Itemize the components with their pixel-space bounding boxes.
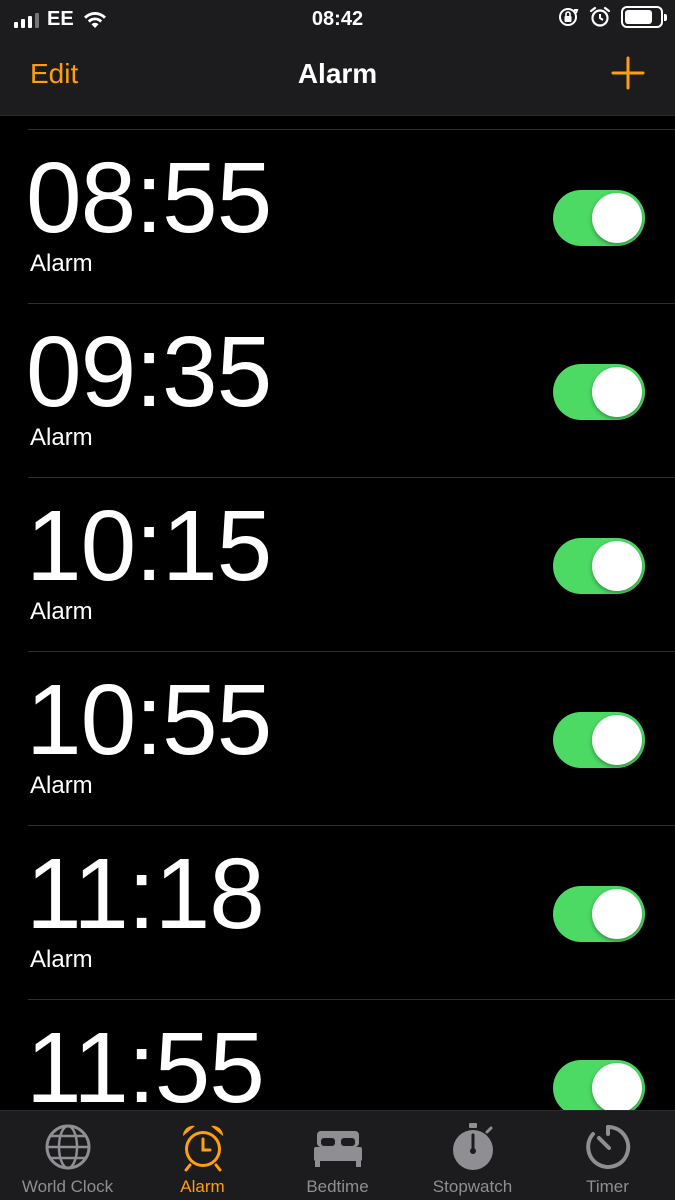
tab-world-clock[interactable]: World Clock bbox=[0, 1111, 135, 1200]
alarm-time: 09:35 bbox=[26, 316, 272, 428]
alarm-row[interactable]: 10:15 Alarm bbox=[0, 478, 675, 652]
alarm-row[interactable]: 11:18 Alarm bbox=[0, 826, 675, 1000]
tab-label: Timer bbox=[586, 1177, 629, 1196]
alarm-toggle[interactable] bbox=[553, 712, 645, 768]
toggle-knob bbox=[592, 541, 642, 591]
alarm-row[interactable]: 08:55 Alarm bbox=[0, 130, 675, 304]
tab-timer[interactable]: Timer bbox=[540, 1111, 675, 1200]
alarm-label: Alarm bbox=[30, 946, 93, 973]
battery-icon bbox=[621, 6, 667, 28]
toggle-knob bbox=[592, 367, 642, 417]
stopwatch-icon bbox=[452, 1123, 493, 1170]
alarm-time: 08:55 bbox=[26, 142, 272, 254]
alarm-time: 10:15 bbox=[26, 490, 272, 602]
alarm-label: Alarm bbox=[30, 598, 93, 625]
alarm-row[interactable]: 09:35 Alarm bbox=[0, 304, 675, 478]
tab-label: Bedtime bbox=[306, 1177, 369, 1196]
timer-icon bbox=[585, 1124, 630, 1169]
toggle-knob bbox=[592, 193, 642, 243]
tab-bedtime[interactable]: Bedtime bbox=[270, 1111, 405, 1200]
alarm-time: 11:55 bbox=[26, 1012, 265, 1110]
page-title: Alarm bbox=[297, 58, 378, 89]
alarm-row[interactable]: 11:55 bbox=[0, 1000, 675, 1110]
tab-label: Stopwatch bbox=[432, 1177, 513, 1196]
rotation-lock-icon bbox=[559, 8, 579, 26]
toggle-knob bbox=[592, 1063, 642, 1110]
status-right bbox=[557, 6, 667, 28]
alarm-icon bbox=[589, 6, 611, 27]
tab-label: Alarm bbox=[180, 1177, 225, 1196]
alarm-time: 11:18 bbox=[26, 838, 265, 950]
alarm-toggle[interactable] bbox=[553, 1060, 645, 1110]
bed-icon bbox=[313, 1131, 362, 1167]
alarm-label: Alarm bbox=[30, 250, 93, 277]
toggle-knob bbox=[592, 715, 642, 765]
toggle-knob bbox=[592, 889, 642, 939]
alarm-label: Alarm bbox=[30, 772, 93, 799]
alarm-label: Alarm bbox=[30, 424, 93, 451]
tab-alarm[interactable]: Alarm bbox=[135, 1111, 270, 1200]
alarm-toggle[interactable] bbox=[553, 190, 645, 246]
alarm-row[interactable]: 10:55 Alarm bbox=[0, 652, 675, 826]
status-bar: EE 08:42 bbox=[0, 0, 675, 38]
navigation-bar: Edit Alarm bbox=[0, 38, 675, 116]
globe-icon bbox=[45, 1124, 90, 1170]
alarm-list: 08:55 Alarm 09:35 Alarm 10:15 Alarm 10:55 Alarm… bbox=[0, 129, 675, 1110]
alarm-toggle[interactable] bbox=[553, 886, 645, 942]
alarm-time: 10:55 bbox=[26, 664, 272, 776]
alarm-clock-icon bbox=[182, 1125, 223, 1172]
tab-bar: World Clock Alarm Bedtime Stopwatch Time… bbox=[0, 1110, 675, 1200]
alarm-toggle[interactable] bbox=[553, 364, 645, 420]
tab-label: World Clock bbox=[21, 1177, 114, 1196]
plus-icon[interactable] bbox=[611, 56, 645, 90]
alarm-toggle[interactable] bbox=[553, 538, 645, 594]
tab-stopwatch[interactable]: Stopwatch bbox=[405, 1111, 540, 1200]
